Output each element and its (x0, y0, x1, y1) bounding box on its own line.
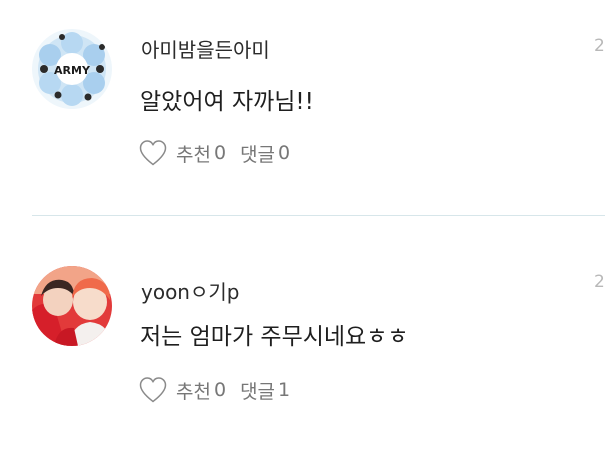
like-label: 추천 (176, 143, 211, 166)
avatar[interactable] (32, 266, 112, 346)
reply-button[interactable]: 댓글 0 (240, 140, 290, 167)
comment-timestamp: 2 (594, 272, 605, 292)
comment-username[interactable]: 아미밤을든아미 (141, 34, 270, 63)
reply-label: 댓글 (240, 380, 276, 403)
like-button[interactable]: 추천 0 (138, 139, 226, 167)
reply-button[interactable]: 댓글 1 (240, 377, 290, 404)
comment-item: yoonㅇ기p 2 저는 엄마가 주무시네요ㅎㅎ 추천 0 댓글 1 (0, 216, 605, 454)
avatar[interactable]: ARMY (32, 29, 112, 109)
like-label: 추천 (176, 380, 211, 403)
comment-text: 알았어여 자까님!! (140, 89, 314, 115)
like-button[interactable]: 추천 0 (138, 376, 226, 404)
avatar-logo-text: ARMY (54, 64, 91, 77)
comment-item: ARMY 아미밤을든아미 2 알았어여 자까님!! 추천 0 댓글 0 (0, 0, 605, 215)
like-count: 0 (213, 379, 227, 401)
comment-username[interactable]: yoonㅇ기p (141, 276, 239, 305)
comment-actions: 추천 0 댓글 0 (138, 138, 290, 168)
reply-label: 댓글 (240, 143, 276, 166)
comment-text: 저는 엄마가 주무시네요ㅎㅎ (140, 324, 409, 350)
comment-timestamp: 2 (594, 36, 605, 56)
avatar-image: ARMY (32, 29, 112, 109)
avatar-image (32, 266, 112, 346)
reply-count: 1 (278, 379, 291, 401)
heart-icon (138, 376, 168, 404)
like-count: 0 (213, 142, 227, 164)
comment-actions: 추천 0 댓글 1 (138, 375, 290, 405)
heart-icon (138, 139, 168, 167)
reply-count: 0 (278, 142, 291, 164)
